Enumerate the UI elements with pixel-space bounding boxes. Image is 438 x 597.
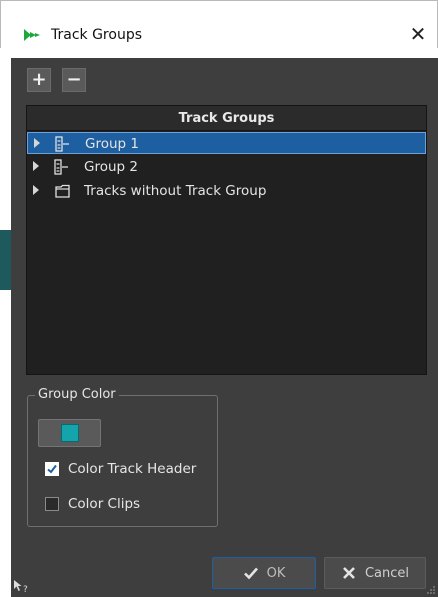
expand-arrow-icon[interactable] xyxy=(34,138,40,148)
color-clips-checkbox[interactable] xyxy=(45,497,59,511)
cancel-button[interactable]: Cancel xyxy=(324,557,426,589)
color-track-header-label[interactable]: Color Track Header xyxy=(68,460,196,478)
minus-icon: − xyxy=(66,69,82,90)
color-clips-label[interactable]: Color Clips xyxy=(68,495,140,513)
tree-row-label: Group 1 xyxy=(85,136,139,152)
group-color-picker-button[interactable] xyxy=(38,419,101,447)
checkmark-icon xyxy=(47,464,57,474)
resize-grip-icon[interactable] xyxy=(424,585,436,595)
track-group-icon xyxy=(54,159,68,175)
add-group-button[interactable]: + xyxy=(27,68,51,92)
track-groups-dialog: Track Groups ✕ + − Track Groups Group 1 xyxy=(0,0,438,597)
track-groups-tree[interactable]: Track Groups Group 1 Group 2 Tracks with… xyxy=(26,105,427,375)
color-swatch xyxy=(60,424,79,442)
background-window-edge xyxy=(0,230,11,290)
plus-icon: + xyxy=(31,69,47,90)
group-color-legend: Group Color xyxy=(35,387,119,403)
cancel-label: Cancel xyxy=(364,565,410,581)
track-group-icon xyxy=(55,136,69,152)
title-bar: Track Groups ✕ xyxy=(0,0,438,48)
cross-icon xyxy=(343,567,355,579)
tree-row-group-2[interactable]: Group 2 xyxy=(27,156,426,178)
expand-arrow-icon[interactable] xyxy=(33,161,39,171)
close-icon: ✕ xyxy=(409,22,427,46)
window-title: Track Groups xyxy=(51,27,142,43)
ok-label: OK xyxy=(266,565,286,581)
help-pointer-icon[interactable]: ? xyxy=(12,578,32,594)
color-track-header-checkbox[interactable] xyxy=(45,462,59,476)
app-icon xyxy=(24,29,40,41)
svg-text:?: ? xyxy=(23,585,28,594)
tree-row-tracks-without-group[interactable]: Tracks without Track Group xyxy=(27,180,426,202)
close-button[interactable]: ✕ xyxy=(403,19,433,49)
tree-row-group-1[interactable]: Group 1 xyxy=(27,132,426,154)
ok-button[interactable]: OK xyxy=(212,557,316,589)
checkmark-icon xyxy=(243,567,258,580)
remove-group-button[interactable]: − xyxy=(62,68,86,92)
expand-arrow-icon[interactable] xyxy=(33,185,39,195)
tree-header: Track Groups xyxy=(27,106,426,131)
tree-row-label: Group 2 xyxy=(84,159,138,175)
folder-icon xyxy=(55,184,70,198)
tree-row-label: Tracks without Track Group xyxy=(84,183,267,199)
